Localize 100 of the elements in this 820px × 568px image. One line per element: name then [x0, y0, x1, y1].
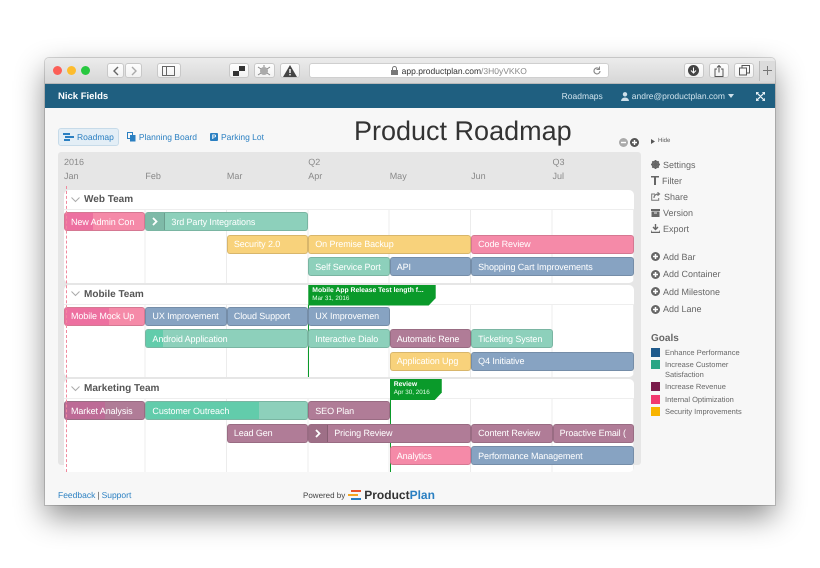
roadmap-bar[interactable]: Shopping Cart Improvements: [471, 257, 634, 276]
warning-icon: [282, 64, 297, 76]
logo-icon: [348, 490, 362, 500]
archive-icon: [651, 208, 660, 216]
plus-circle-icon: [651, 287, 660, 296]
sidebar-action[interactable]: Version: [651, 207, 775, 218]
roadmap-bar[interactable]: Q4 Initiative: [471, 352, 634, 370]
month-label: Jul: [552, 171, 566, 182]
plus-circle-icon: [651, 304, 660, 314]
month-label: Jun: [471, 171, 487, 182]
sidebar-action[interactable]: Filter: [651, 175, 775, 186]
new-tab-button[interactable]: [759, 60, 775, 80]
settings-icon: [651, 160, 660, 169]
caret-icon: [728, 94, 734, 98]
roadmap-bar[interactable]: Pricing Review: [308, 424, 472, 442]
view-tab[interactable]: Planning Board: [122, 128, 202, 146]
zoom-in-icon[interactable]: [630, 138, 639, 147]
add-action[interactable]: Add Container: [651, 268, 775, 280]
roadmap-bar[interactable]: Code Review: [471, 234, 634, 254]
period-label: Q2: [308, 157, 322, 168]
plus-icon: [763, 66, 772, 75]
share-icon: [651, 192, 661, 201]
feedback-link[interactable]: Feedback: [58, 490, 96, 500]
period-label: 2016: [64, 157, 86, 168]
roadmap-bar[interactable]: Self Service Port: [308, 257, 390, 276]
fullscreen-icon[interactable]: [756, 92, 765, 100]
roadmaps-link[interactable]: Roadmaps: [562, 91, 603, 101]
roadmap-bar[interactable]: 3rd Party Integrations: [145, 212, 308, 231]
goals-heading: Goals: [651, 332, 680, 344]
user-icon: [620, 92, 629, 100]
expand-chevron-icon[interactable]: [146, 213, 166, 230]
close-icon[interactable]: [53, 66, 62, 75]
sidebar-action[interactable]: Settings: [651, 159, 775, 170]
month-label: Feb: [145, 171, 162, 182]
roadmap-bar[interactable]: SEO Plan: [308, 401, 390, 420]
tabs-button[interactable]: [734, 63, 754, 78]
roadmap-bar[interactable]: Android Application: [145, 329, 308, 348]
plus-circle-icon: [651, 252, 660, 261]
roadmap-bar[interactable]: UX Improvement: [145, 306, 227, 326]
roadmap-bar[interactable]: Lead Gen: [226, 424, 308, 442]
month-label: Apr: [308, 171, 324, 182]
board-icon: [126, 132, 136, 142]
lane-title: Marketing Team: [84, 383, 160, 394]
squares-icon: [233, 66, 246, 76]
plus-circle-icon: [651, 270, 660, 278]
roadmap-bar[interactable]: Mobile Mock Up: [64, 306, 146, 326]
expand-chevron-icon[interactable]: [309, 424, 328, 442]
productplan-logo: ProductPlan: [364, 488, 435, 502]
roadmap-bar[interactable]: Ticketing Systen: [471, 329, 553, 348]
roadmap-bar[interactable]: API: [390, 257, 472, 276]
month-label: May: [390, 171, 408, 182]
sidebar-icon: [162, 66, 176, 76]
lane-title: Mobile Team: [84, 288, 144, 300]
collapse-chevron-icon[interactable]: [71, 386, 80, 392]
roadmap-bar[interactable]: UX Improvemen: [308, 306, 390, 326]
add-action[interactable]: Add Lane: [651, 304, 775, 314]
roadmap-bar[interactable]: New Admin Con: [64, 212, 146, 231]
share-icon: [714, 64, 724, 76]
period-label: Q3: [552, 157, 566, 168]
address-bar[interactable]: app.productplan.com/3H0yVKKO: [308, 63, 609, 78]
triangle-icon: [651, 138, 655, 144]
collapse-chevron-icon[interactable]: [71, 291, 80, 297]
roadmap-icon: [63, 133, 74, 141]
roadmap-bar[interactable]: Cloud Support: [226, 306, 308, 326]
month-label: Jan: [64, 171, 80, 182]
download-button[interactable]: [684, 63, 704, 78]
roadmap-bar[interactable]: Analytics: [390, 446, 472, 465]
add-action[interactable]: Add Bar: [651, 251, 775, 262]
warning-button[interactable]: [280, 63, 300, 78]
bug-icon: [257, 64, 272, 78]
sidebar-button[interactable]: [157, 63, 181, 78]
roadmap-title: Product Roadmap: [354, 116, 572, 147]
view-tab[interactable]: Roadmap: [58, 128, 119, 146]
back-button[interactable]: [107, 63, 124, 78]
download-icon: [688, 65, 700, 76]
lock-icon: [390, 66, 398, 75]
roadmap-bar[interactable]: Interactive Dialo: [308, 329, 390, 348]
user-name: Nick Fields: [58, 90, 108, 102]
back-chevron-icon: [112, 66, 120, 76]
roadmap-bar[interactable]: Content Review: [471, 424, 553, 442]
sidebar-action[interactable]: Share: [651, 191, 775, 202]
tabs-icon: [738, 65, 750, 76]
sidebar-action[interactable]: Export: [651, 223, 775, 234]
collapse-chevron-icon[interactable]: [71, 196, 80, 202]
roadmap-bar[interactable]: Performance Management: [471, 446, 634, 465]
forward-chevron-icon: [130, 66, 138, 76]
roadmap-bar[interactable]: Market Analysis: [64, 401, 146, 420]
powered-by-text: Powered by: [303, 490, 346, 500]
reload-icon[interactable]: [592, 66, 602, 76]
account-menu[interactable]: andre@productplan.com: [620, 91, 734, 101]
support-link[interactable]: Support: [102, 490, 132, 500]
extension-button[interactable]: [229, 63, 250, 78]
roadmap-bar[interactable]: Automatic Rene: [390, 329, 472, 348]
link-separator: |: [97, 490, 100, 500]
add-action[interactable]: Add Milestone: [651, 286, 775, 297]
lane-title: Web Team: [84, 194, 134, 205]
roadmap-bar[interactable]: Proactive Email (: [552, 424, 634, 442]
download-icon: [651, 224, 660, 233]
share-button[interactable]: [708, 63, 730, 78]
roadmap-bar[interactable]: Customer Outreach: [145, 401, 308, 420]
